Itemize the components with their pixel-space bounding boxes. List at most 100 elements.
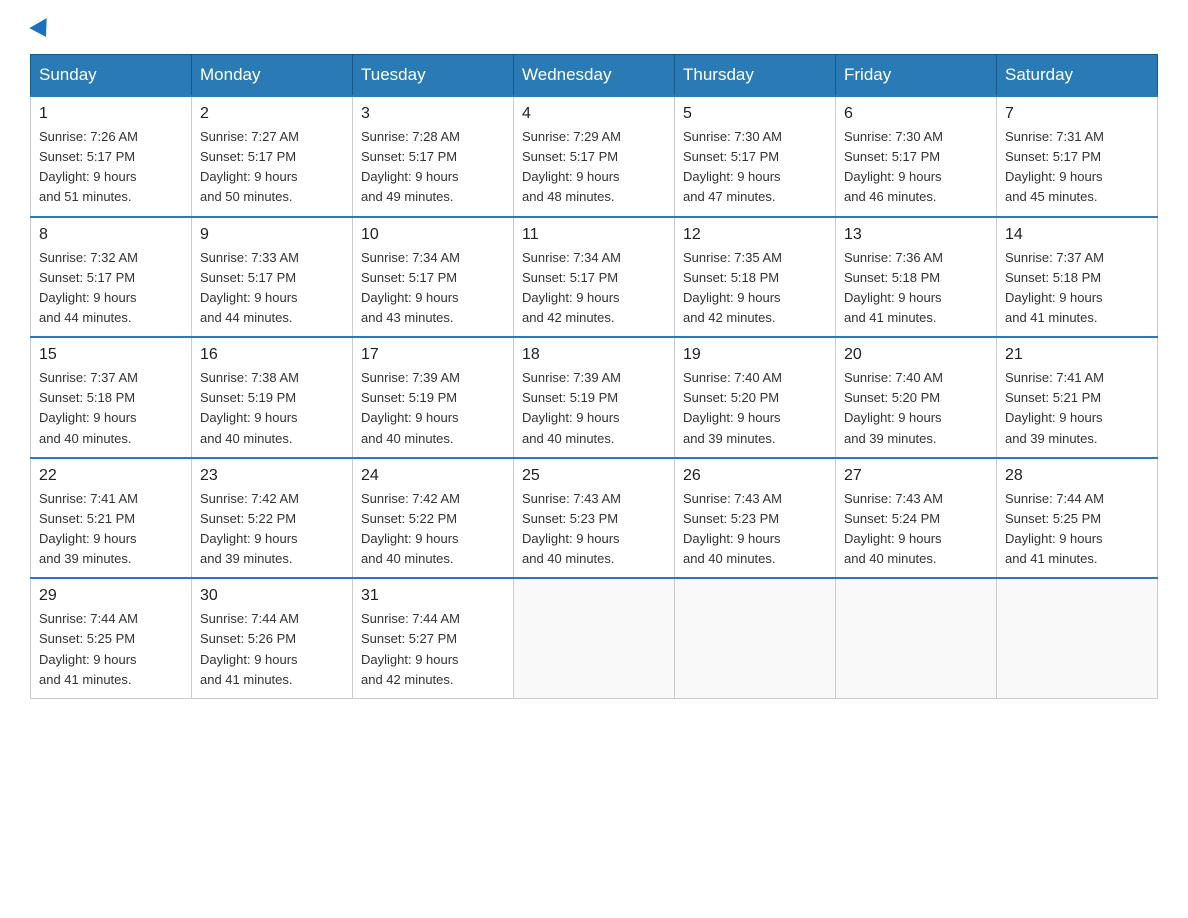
day-number: 3 [361,105,505,123]
day-number: 25 [522,467,666,485]
day-info: Sunrise: 7:27 AMSunset: 5:17 PMDaylight:… [200,129,299,204]
day-info: Sunrise: 7:42 AMSunset: 5:22 PMDaylight:… [200,491,299,566]
calendar-day-cell: 18 Sunrise: 7:39 AMSunset: 5:19 PMDaylig… [514,337,675,458]
day-info: Sunrise: 7:41 AMSunset: 5:21 PMDaylight:… [39,491,138,566]
day-number: 14 [1005,226,1149,244]
day-info: Sunrise: 7:40 AMSunset: 5:20 PMDaylight:… [844,370,943,445]
calendar-day-cell: 14 Sunrise: 7:37 AMSunset: 5:18 PMDaylig… [997,217,1158,338]
day-info: Sunrise: 7:38 AMSunset: 5:19 PMDaylight:… [200,370,299,445]
day-info: Sunrise: 7:43 AMSunset: 5:24 PMDaylight:… [844,491,943,566]
day-number: 31 [361,587,505,605]
calendar-day-cell: 21 Sunrise: 7:41 AMSunset: 5:21 PMDaylig… [997,337,1158,458]
calendar-day-cell: 30 Sunrise: 7:44 AMSunset: 5:26 PMDaylig… [192,578,353,698]
day-number: 9 [200,226,344,244]
day-number: 27 [844,467,988,485]
calendar-day-cell: 19 Sunrise: 7:40 AMSunset: 5:20 PMDaylig… [675,337,836,458]
day-info: Sunrise: 7:34 AMSunset: 5:17 PMDaylight:… [361,250,460,325]
day-info: Sunrise: 7:30 AMSunset: 5:17 PMDaylight:… [683,129,782,204]
day-info: Sunrise: 7:31 AMSunset: 5:17 PMDaylight:… [1005,129,1104,204]
calendar-day-cell [836,578,997,698]
day-number: 15 [39,346,183,364]
day-number: 5 [683,105,827,123]
day-number: 24 [361,467,505,485]
calendar-day-cell: 28 Sunrise: 7:44 AMSunset: 5:25 PMDaylig… [997,458,1158,579]
day-number: 23 [200,467,344,485]
day-info: Sunrise: 7:41 AMSunset: 5:21 PMDaylight:… [1005,370,1104,445]
calendar-day-cell: 26 Sunrise: 7:43 AMSunset: 5:23 PMDaylig… [675,458,836,579]
calendar-day-cell: 22 Sunrise: 7:41 AMSunset: 5:21 PMDaylig… [31,458,192,579]
day-info: Sunrise: 7:26 AMSunset: 5:17 PMDaylight:… [39,129,138,204]
logo [30,20,52,36]
calendar-week-row: 29 Sunrise: 7:44 AMSunset: 5:25 PMDaylig… [31,578,1158,698]
day-number: 12 [683,226,827,244]
calendar-day-cell: 1 Sunrise: 7:26 AMSunset: 5:17 PMDayligh… [31,96,192,217]
day-number: 16 [200,346,344,364]
calendar-day-cell: 15 Sunrise: 7:37 AMSunset: 5:18 PMDaylig… [31,337,192,458]
day-of-week-header: Thursday [675,55,836,97]
day-of-week-header: Sunday [31,55,192,97]
day-of-week-header: Friday [836,55,997,97]
day-of-week-header: Wednesday [514,55,675,97]
day-info: Sunrise: 7:32 AMSunset: 5:17 PMDaylight:… [39,250,138,325]
calendar-day-cell [675,578,836,698]
day-number: 26 [683,467,827,485]
calendar-day-cell: 12 Sunrise: 7:35 AMSunset: 5:18 PMDaylig… [675,217,836,338]
day-number: 1 [39,105,183,123]
day-info: Sunrise: 7:39 AMSunset: 5:19 PMDaylight:… [361,370,460,445]
calendar-day-cell [514,578,675,698]
day-number: 18 [522,346,666,364]
day-number: 20 [844,346,988,364]
calendar-week-row: 15 Sunrise: 7:37 AMSunset: 5:18 PMDaylig… [31,337,1158,458]
day-number: 22 [39,467,183,485]
day-number: 6 [844,105,988,123]
day-number: 11 [522,226,666,244]
day-info: Sunrise: 7:44 AMSunset: 5:25 PMDaylight:… [39,611,138,686]
day-of-week-header: Tuesday [353,55,514,97]
day-number: 2 [200,105,344,123]
calendar-day-cell: 10 Sunrise: 7:34 AMSunset: 5:17 PMDaylig… [353,217,514,338]
calendar-header-row: SundayMondayTuesdayWednesdayThursdayFrid… [31,55,1158,97]
calendar-day-cell: 7 Sunrise: 7:31 AMSunset: 5:17 PMDayligh… [997,96,1158,217]
calendar-day-cell: 6 Sunrise: 7:30 AMSunset: 5:17 PMDayligh… [836,96,997,217]
day-info: Sunrise: 7:42 AMSunset: 5:22 PMDaylight:… [361,491,460,566]
day-info: Sunrise: 7:37 AMSunset: 5:18 PMDaylight:… [1005,250,1104,325]
day-info: Sunrise: 7:34 AMSunset: 5:17 PMDaylight:… [522,250,621,325]
calendar-day-cell: 8 Sunrise: 7:32 AMSunset: 5:17 PMDayligh… [31,217,192,338]
day-info: Sunrise: 7:33 AMSunset: 5:17 PMDaylight:… [200,250,299,325]
day-info: Sunrise: 7:40 AMSunset: 5:20 PMDaylight:… [683,370,782,445]
day-number: 10 [361,226,505,244]
day-number: 28 [1005,467,1149,485]
day-number: 21 [1005,346,1149,364]
day-number: 13 [844,226,988,244]
day-number: 8 [39,226,183,244]
calendar-day-cell: 29 Sunrise: 7:44 AMSunset: 5:25 PMDaylig… [31,578,192,698]
calendar-day-cell: 23 Sunrise: 7:42 AMSunset: 5:22 PMDaylig… [192,458,353,579]
calendar-day-cell: 11 Sunrise: 7:34 AMSunset: 5:17 PMDaylig… [514,217,675,338]
day-info: Sunrise: 7:36 AMSunset: 5:18 PMDaylight:… [844,250,943,325]
page-header [30,20,1158,36]
calendar-table: SundayMondayTuesdayWednesdayThursdayFrid… [30,54,1158,699]
day-number: 7 [1005,105,1149,123]
calendar-day-cell: 9 Sunrise: 7:33 AMSunset: 5:17 PMDayligh… [192,217,353,338]
calendar-day-cell: 2 Sunrise: 7:27 AMSunset: 5:17 PMDayligh… [192,96,353,217]
calendar-week-row: 1 Sunrise: 7:26 AMSunset: 5:17 PMDayligh… [31,96,1158,217]
calendar-day-cell: 4 Sunrise: 7:29 AMSunset: 5:17 PMDayligh… [514,96,675,217]
day-number: 4 [522,105,666,123]
day-number: 30 [200,587,344,605]
day-of-week-header: Saturday [997,55,1158,97]
day-info: Sunrise: 7:43 AMSunset: 5:23 PMDaylight:… [522,491,621,566]
logo-triangle-icon [29,18,54,42]
day-info: Sunrise: 7:39 AMSunset: 5:19 PMDaylight:… [522,370,621,445]
day-number: 19 [683,346,827,364]
calendar-week-row: 22 Sunrise: 7:41 AMSunset: 5:21 PMDaylig… [31,458,1158,579]
calendar-day-cell: 17 Sunrise: 7:39 AMSunset: 5:19 PMDaylig… [353,337,514,458]
day-info: Sunrise: 7:29 AMSunset: 5:17 PMDaylight:… [522,129,621,204]
day-number: 29 [39,587,183,605]
calendar-day-cell [997,578,1158,698]
calendar-day-cell: 16 Sunrise: 7:38 AMSunset: 5:19 PMDaylig… [192,337,353,458]
calendar-day-cell: 20 Sunrise: 7:40 AMSunset: 5:20 PMDaylig… [836,337,997,458]
day-info: Sunrise: 7:30 AMSunset: 5:17 PMDaylight:… [844,129,943,204]
day-info: Sunrise: 7:44 AMSunset: 5:27 PMDaylight:… [361,611,460,686]
calendar-day-cell: 13 Sunrise: 7:36 AMSunset: 5:18 PMDaylig… [836,217,997,338]
calendar-week-row: 8 Sunrise: 7:32 AMSunset: 5:17 PMDayligh… [31,217,1158,338]
